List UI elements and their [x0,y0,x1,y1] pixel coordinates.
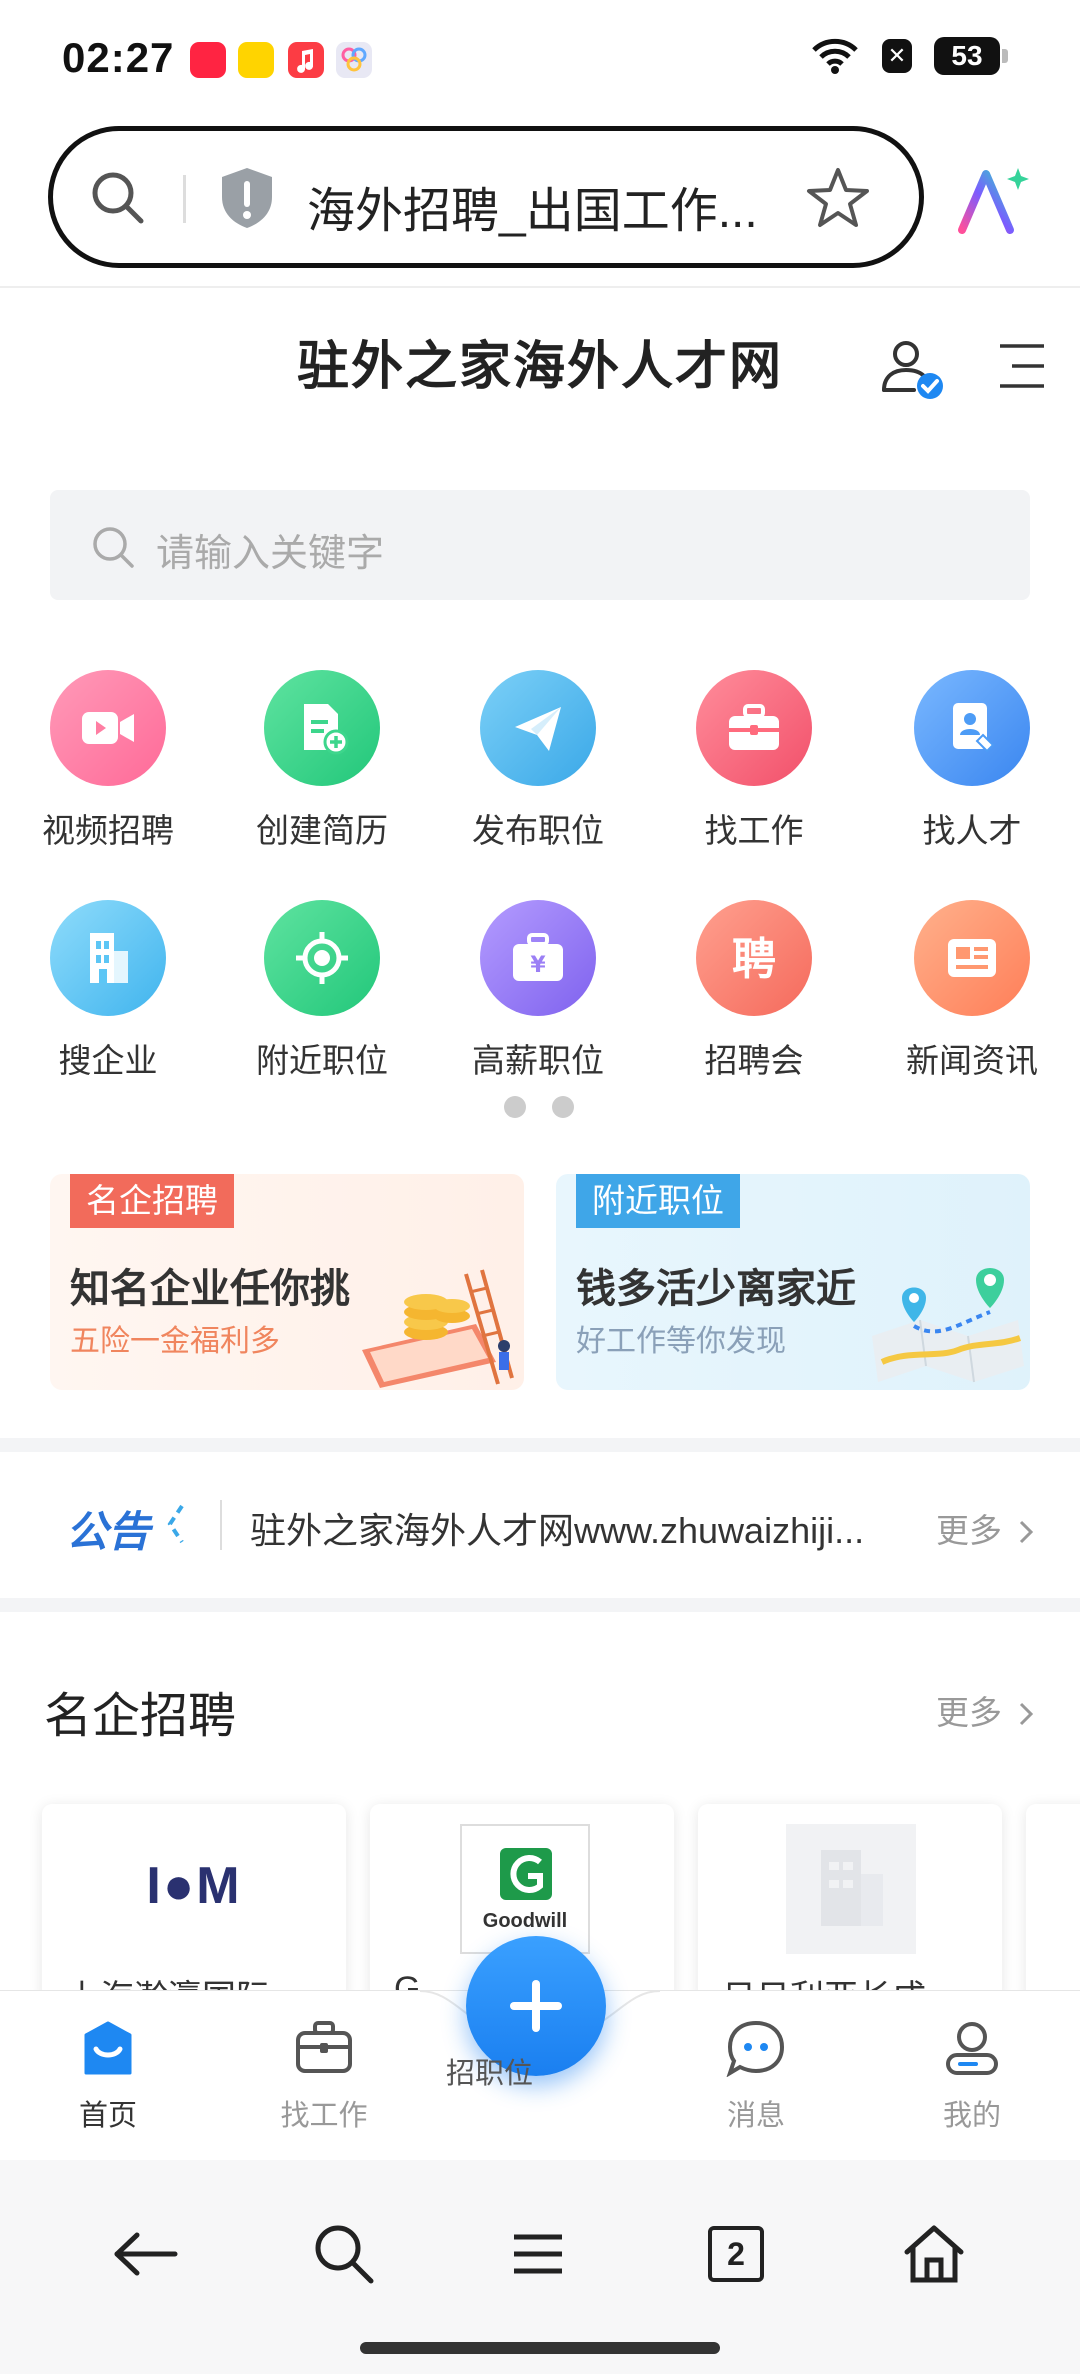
grid-item-find-talent[interactable]: 找人才 [872,670,1072,852]
svg-text:¥: ¥ [530,953,546,978]
chat-tab-icon [726,2020,785,2078]
header-divider [0,286,1080,288]
tab-home[interactable]: 首页 [28,2019,188,2134]
battery-icon: 53 [934,37,1008,75]
search-icon [93,527,134,568]
section-gap [0,1598,1080,1612]
tab-profile[interactable]: 我的 [892,2019,1052,2134]
promo-subtitle: 五险一金福利多 [70,1325,280,1358]
plus-icon [510,1980,562,2032]
money-box-icon: ¥ [480,900,596,1016]
hamburger-menu-icon [514,2234,562,2274]
notice-logo: 公告 [66,1508,151,1555]
notice-more-link[interactable]: 更多 [936,1504,1037,1552]
notice-separator [220,1500,222,1550]
svg-text:聘: 聘 [732,934,776,985]
colorful-app-icon [336,42,372,78]
home-button[interactable] [894,2214,974,2294]
section-gap [0,1438,1080,1452]
profile-tab-icon [946,2022,998,2075]
search-icon[interactable] [87,167,149,229]
carousel-dots [504,1096,574,1118]
carousel-dot[interactable] [552,1096,574,1118]
back-arrow-icon [114,2232,178,2276]
resume-add-icon [264,670,380,786]
tab-count-badge: 2 [708,2226,764,2282]
building-icon [50,900,166,1016]
map-pin-illustration [872,1268,1024,1383]
back-button[interactable] [106,2214,186,2294]
x-notification-icon: ✕ [882,39,912,73]
wifi-icon [812,38,858,74]
home-icon [904,2225,964,2283]
shield-warning-icon[interactable] [217,165,277,231]
company-logo-frame: Goodwill [460,1824,590,1954]
search-icon [315,2225,374,2284]
address-bar[interactable]: 海外招聘_出国工作... [48,126,924,268]
home-tab-icon [84,2021,132,2075]
notice-sound-icon [167,1504,184,1544]
search-placeholder: 请输入关键字 [156,533,385,575]
browser-menu-button[interactable] [498,2214,578,2294]
company-card[interactable]: I●M 上海瀚瀛国际 [42,1804,346,2004]
promo-tag: 附近职位 [576,1174,740,1228]
grid-item-job-fair[interactable]: 聘 招聘会 [654,900,854,1082]
tab-messages[interactable]: 消息 [676,2019,836,2134]
video-icon [50,670,166,786]
promo-headline: 钱多活少离家近 [576,1267,856,1311]
location-target-icon [264,900,380,1016]
promo-subtitle: 好工作等你发现 [576,1325,786,1358]
browser-search-button[interactable] [304,2214,384,2294]
grid-item-post-job[interactable]: 发布职位 [438,670,638,852]
grid-item-nearby-jobs[interactable]: 附近职位 [222,900,422,1082]
promo-card-nearby-jobs[interactable]: 附近职位 钱多活少离家近 好工作等你发现 [556,1174,1030,1390]
person-card-icon [914,670,1030,786]
fab-label: 招职位 [446,2058,534,2090]
company-card[interactable] [1026,1804,1080,2004]
grid-item-high-salary[interactable]: ¥ 高薪职位 [438,900,638,1082]
company-logo: Goodwill [482,1910,568,1932]
status-time: 02:27 [62,34,175,81]
page-title-in-address-bar[interactable]: 海外招聘_出国工作... [307,171,758,241]
briefcase-tab-icon [296,2021,352,2073]
keyword-search-input[interactable]: 请输入关键字 [50,490,1030,600]
pin-character-icon: 聘 [696,900,812,1016]
company-logo-placeholder [786,1824,916,1954]
briefcase-icon [696,670,812,786]
goodwill-logo-icon [500,1848,552,1900]
tab-find-job[interactable]: 找工作 [244,2019,404,2134]
grid-item-create-resume[interactable]: 创建简历 [222,670,422,852]
paper-plane-icon [480,670,596,786]
coins-ladder-illustration [362,1269,514,1388]
building-placeholder-icon [821,1850,883,1926]
carousel-dot[interactable] [504,1096,526,1118]
grid-item-search-company[interactable]: 搜企业 [8,900,208,1082]
verified-user-icon[interactable] [878,334,948,404]
home-indicator[interactable] [360,2342,720,2354]
famous-more-link[interactable]: 更多 [936,1686,1037,1734]
grid-item-news[interactable]: 新闻资讯 [872,900,1072,1082]
grid-item-video-jobs[interactable]: 视频招聘 [8,670,208,852]
notice-text[interactable]: 驻外之家海外人才网www.zhuwaizhiji... [250,1502,890,1554]
xiaohongshu-app-icon [190,42,226,78]
tabs-button[interactable]: 2 [696,2214,776,2294]
menu-icon[interactable] [998,340,1046,392]
grid-item-find-job[interactable]: 找工作 [654,670,854,852]
status-bar: 02:27 ✕ 53 [0,0,1080,118]
chevron-right-icon [1020,1702,1034,1726]
promo-headline: 知名企业任你挑 [70,1267,350,1311]
promo-tag: 名企招聘 [70,1174,234,1228]
promo-card-famous-companies[interactable]: 名企招聘 知名企业任你挑 五险一金福利多 [50,1174,524,1390]
company-logo: I●M [146,1857,242,1915]
music-app-icon [288,42,324,78]
company-card[interactable]: 日日利亚长成 [698,1804,1002,2004]
ai-assistant-icon[interactable] [956,164,1032,236]
chevron-right-icon [1020,1520,1034,1544]
section-title-famous: 名企招聘 [44,1690,237,1743]
yellow-app-icon [238,42,274,78]
news-icon [914,900,1030,1016]
bookmark-star-icon[interactable] [805,165,871,231]
address-divider [183,175,186,223]
